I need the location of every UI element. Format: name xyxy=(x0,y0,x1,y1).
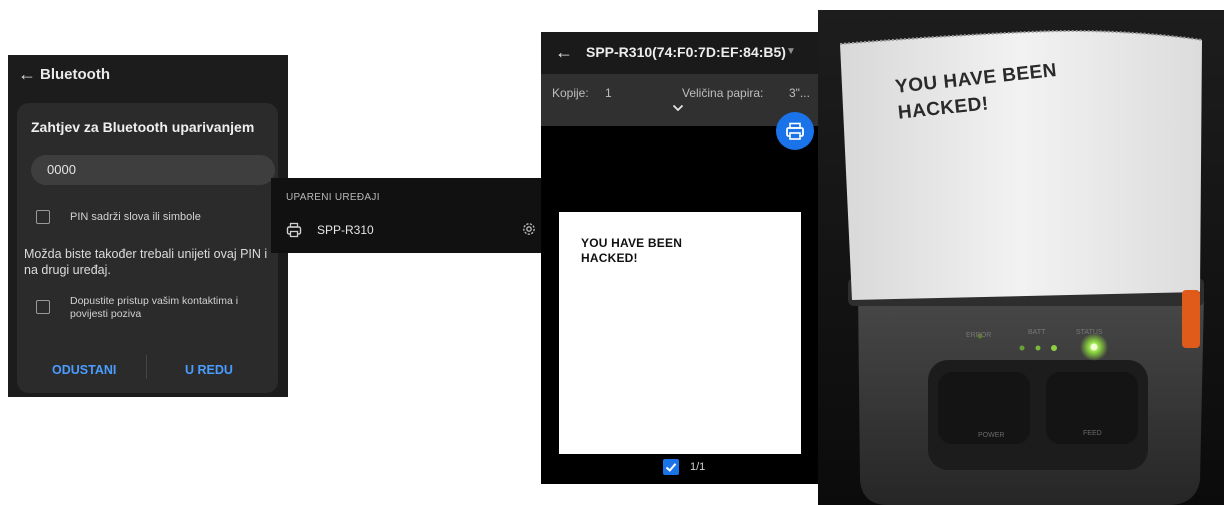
back-arrow-icon[interactable]: ← xyxy=(555,42,573,63)
print-preview-screen: ← SPP-R310(74:F0:7D:EF:84:B5) ▼ Kopije: … xyxy=(541,32,818,484)
printer-selector[interactable]: SPP-R310(74:F0:7D:EF:84:B5) xyxy=(586,44,786,60)
paired-devices-header: UPARENI UREĐAJI xyxy=(286,192,380,203)
preview-text: YOU HAVE BEEN HACKED! xyxy=(581,236,683,265)
dropdown-caret-icon[interactable]: ▼ xyxy=(786,46,796,57)
paper-size-value[interactable]: 3"... xyxy=(789,86,810,100)
bluetooth-settings-screen: ← Bluetooth Zahtjev za Bluetooth upariva… xyxy=(8,55,288,397)
pin-input[interactable]: 0000 xyxy=(31,155,275,185)
checkmark-icon xyxy=(665,463,677,472)
back-arrow-icon[interactable]: ← xyxy=(18,64,36,85)
bluetooth-title: Bluetooth xyxy=(40,66,110,83)
chevron-down-icon[interactable] xyxy=(672,104,684,112)
page-select-checkbox[interactable] xyxy=(663,459,679,475)
dialog-title: Zahtjev za Bluetooth uparivanjem xyxy=(31,119,255,135)
copies-value[interactable]: 1 xyxy=(605,86,612,100)
printer-icon xyxy=(786,122,804,140)
bluetooth-top-bar: ← Bluetooth xyxy=(8,55,288,95)
led-label-error: ERROR xyxy=(966,332,992,339)
pin-contains-letters-checkbox[interactable] xyxy=(36,210,50,224)
print-button[interactable] xyxy=(776,112,814,150)
print-preview-page: YOU HAVE BEEN HACKED! xyxy=(559,212,801,454)
pin-contains-letters-label: PIN sadrži slova ili simbole xyxy=(70,211,201,223)
ok-button[interactable]: U REDU xyxy=(185,363,233,377)
copies-label: Kopije: xyxy=(552,86,589,100)
feed-button-label: FEED xyxy=(1083,430,1102,437)
allow-contacts-checkbox[interactable] xyxy=(36,300,50,314)
paired-devices-section: UPARENI UREĐAJI SPP-R310 xyxy=(271,178,546,253)
cancel-button[interactable]: ODUSTANI xyxy=(52,363,116,377)
led-label-status: STATUS xyxy=(1076,329,1103,336)
printer-icon xyxy=(286,222,302,238)
paired-device-name[interactable]: SPP-R310 xyxy=(317,223,374,237)
page-indicator: 1/1 xyxy=(690,461,706,473)
led-label-batt: BATT xyxy=(1028,329,1046,336)
power-button-label: POWER xyxy=(978,432,1005,439)
button-divider xyxy=(146,355,147,379)
gear-icon[interactable] xyxy=(521,221,537,237)
print-app-bar: ← SPP-R310(74:F0:7D:EF:84:B5) ▼ xyxy=(541,32,818,74)
pairing-note: Možda biste također trebali unijeti ovaj… xyxy=(24,247,268,277)
paper-size-label: Veličina papira: xyxy=(682,86,764,100)
printer-photo: YOU HAVE BEEN HACKED! ERROR BATT STATUS … xyxy=(818,10,1224,505)
allow-contacts-label: Dopustite pristup vašim kontaktima i pov… xyxy=(70,295,239,320)
